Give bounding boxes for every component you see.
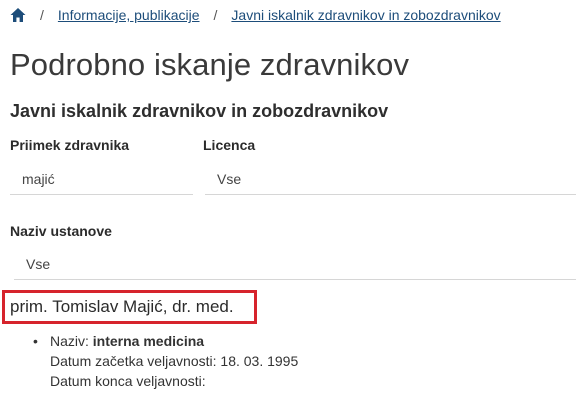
- breadcrumb-separator: /: [213, 7, 218, 23]
- breadcrumb: / Informacije, publikacije / Javni iskal…: [10, 7, 501, 23]
- bullet-icon: •: [33, 333, 38, 349]
- naziv-value: interna medicina: [92, 333, 205, 349]
- breadcrumb-separator: /: [40, 7, 44, 23]
- naziv-row: Naziv: interna medicina: [50, 331, 298, 351]
- end-date-row: Datum konca veljavnosti:: [50, 371, 298, 391]
- license-label: Licenca: [203, 137, 256, 153]
- breadcrumb-link-informacije[interactable]: Informacije, publikacije: [58, 7, 200, 23]
- surname-input[interactable]: [10, 163, 193, 195]
- page-subtitle: Javni iskalnik zdravnikov in zobozdravni…: [10, 101, 389, 121]
- page-title: Podrobno iskanje zdravnikov: [10, 47, 410, 82]
- start-date-value: 18. 03. 1995: [220, 353, 299, 369]
- naziv-label: Naziv:: [50, 333, 93, 349]
- license-select[interactable]: [205, 163, 576, 195]
- surname-label: Priimek zdravnika: [10, 137, 130, 153]
- institution-select[interactable]: [14, 248, 576, 280]
- end-date-label: Datum konca veljavnosti:: [50, 373, 206, 389]
- breadcrumb-link-iskalnik[interactable]: Javni iskalnik zdravnikov in zobozdravni…: [231, 7, 500, 23]
- start-date-row: Datum začetka veljavnosti: 18. 03. 1995: [50, 351, 298, 371]
- doctor-details: • Naziv: interna medicina Datum začetka …: [33, 331, 298, 391]
- doctor-name[interactable]: prim. Tomislav Majić, dr. med.: [10, 297, 234, 317]
- institution-label: Naziv ustanove: [10, 223, 112, 239]
- home-icon[interactable]: [10, 7, 26, 23]
- start-date-label: Datum začetka veljavnosti:: [50, 353, 221, 369]
